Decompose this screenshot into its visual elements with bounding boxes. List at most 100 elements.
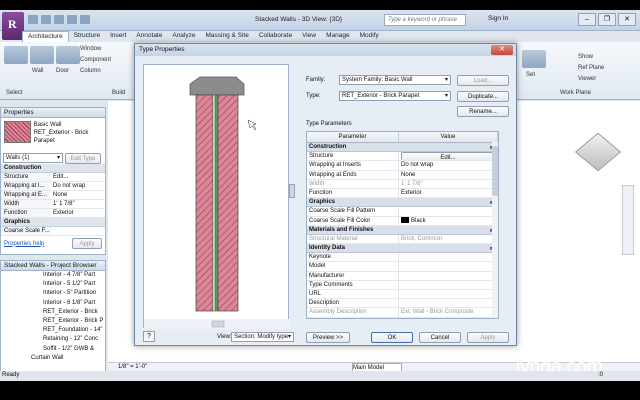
viewer-tool[interactable]: Viewer [578, 76, 596, 82]
list-item[interactable]: RET_Foundation - 14" [11, 326, 105, 335]
properties-section-construction[interactable]: Construction [1, 164, 105, 173]
dialog-title: Type Properties [135, 44, 516, 56]
section-identity-data[interactable]: Identity Data [307, 244, 498, 254]
grid-scrollbar[interactable] [492, 142, 498, 318]
prop-value[interactable]: Exterior [51, 209, 105, 217]
list-item[interactable]: RET_Exterior - Brick P [11, 317, 105, 326]
application-menu-button[interactable]: R [2, 12, 24, 40]
window-tool[interactable]: Window [80, 46, 101, 52]
preview-pane[interactable] [143, 64, 290, 329]
print-icon[interactable] [80, 15, 90, 24]
duplicate-button[interactable]: Duplicate... [457, 91, 509, 102]
scrollbar-thumb[interactable] [492, 146, 498, 196]
param-value[interactable]: Do not wrap [399, 161, 498, 169]
restore-button[interactable]: ❐ [598, 13, 616, 26]
param-value[interactable] [399, 299, 498, 307]
type-family: Basic Wall [33, 122, 62, 128]
preview-splitter[interactable] [289, 184, 295, 198]
wall-section-preview [144, 76, 290, 329]
close-button[interactable]: ✕ [618, 13, 636, 26]
open-icon[interactable] [28, 15, 38, 24]
tab-insert[interactable]: Insert [105, 31, 131, 42]
prop-value[interactable]: 1' 1 7/8" [51, 200, 105, 208]
section-graphics[interactable]: Graphics [307, 198, 498, 208]
list-item[interactable]: Interior - 5" Partition [11, 289, 105, 298]
param-value[interactable] [399, 253, 498, 261]
scale-selector[interactable]: 1/8" = 1'-0" [118, 364, 147, 370]
section-materials[interactable]: Materials and Finishes [307, 225, 498, 235]
set-workplane-icon[interactable] [522, 50, 546, 68]
door-tool-icon[interactable] [56, 46, 80, 64]
list-item[interactable]: Interior - 4 7/8" Part [11, 271, 105, 280]
param-value[interactable] [399, 207, 498, 215]
modify-tool-icon[interactable] [4, 46, 28, 64]
prop-value[interactable] [51, 227, 105, 235]
prop-value[interactable]: Edit... [51, 173, 105, 181]
param-value[interactable] [399, 272, 498, 280]
preview-button[interactable]: Preview >> [306, 332, 350, 343]
list-item[interactable]: Soffit - 1/2" GWB & [11, 345, 105, 354]
param-value[interactable]: None [399, 171, 498, 179]
column-tool[interactable]: Column [80, 68, 101, 74]
show-workplane[interactable]: Show [578, 54, 593, 60]
save-icon[interactable] [41, 15, 51, 24]
view-select[interactable]: Section: Modify type [231, 332, 294, 342]
properties-section-graphics[interactable]: Graphics [1, 218, 105, 227]
section-construction[interactable]: Construction [307, 143, 498, 153]
tab-modify[interactable]: Modify [355, 31, 384, 42]
properties-palette: Properties Basic Wall RET_Exterior - Bric… [0, 107, 106, 255]
type-selector[interactable]: Basic Wall RET_Exterior - Brick Parapet [1, 118, 105, 152]
tab-structure[interactable]: Structure [69, 31, 105, 42]
redo-icon[interactable] [67, 15, 77, 24]
list-item[interactable]: RET_Exterior - Brick [11, 308, 105, 317]
properties-help-link[interactable]: Properties help [4, 241, 44, 247]
param-value[interactable] [399, 281, 498, 289]
wall-tool-icon[interactable] [30, 46, 54, 64]
ref-plane-tool[interactable]: Ref Plane [578, 65, 604, 71]
ok-button[interactable]: OK [371, 332, 413, 343]
list-item[interactable]: Interior - 5 1/2" Part [11, 280, 105, 289]
dialog-close-button[interactable]: ✕ [491, 45, 513, 55]
help-icon[interactable]: ? [143, 331, 155, 342]
component-tool[interactable]: Component [80, 57, 111, 63]
wall-tool-label[interactable]: Wall [32, 68, 43, 74]
load-button[interactable]: Load... [457, 75, 509, 86]
prop-value[interactable]: None [51, 191, 105, 199]
tab-annotate[interactable]: Annotate [131, 31, 167, 42]
param-value[interactable] [399, 262, 498, 270]
instance-filter[interactable]: Walls (1) [3, 153, 63, 163]
tab-view[interactable]: View [297, 31, 321, 42]
param-value[interactable] [399, 290, 498, 298]
list-item[interactable]: Retaining - 12" Conc [11, 335, 105, 344]
rename-button[interactable]: Rename... [457, 106, 509, 117]
tab-collaborate[interactable]: Collaborate [254, 31, 297, 42]
door-tool-label[interactable]: Door [56, 68, 69, 74]
tab-massing-site[interactable]: Massing & Site [200, 31, 253, 42]
col-parameter: Parameter [307, 132, 399, 142]
type-select[interactable]: RET_Exterior - Brick Parapet [339, 91, 451, 101]
quick-access-toolbar[interactable] [28, 15, 90, 24]
sign-in-link[interactable]: Sign In [488, 15, 508, 22]
tab-manage[interactable]: Manage [321, 31, 355, 42]
minimize-button[interactable]: – [578, 13, 596, 26]
param-value[interactable]: Exterior [399, 189, 498, 197]
undo-icon[interactable] [54, 15, 64, 24]
list-item[interactable]: Curtain Wall [11, 354, 105, 363]
set-label[interactable]: Set [526, 72, 535, 78]
structure-edit-button[interactable]: Edit... [401, 152, 495, 161]
family-select[interactable]: System Family: Basic Wall [339, 75, 451, 85]
cancel-button[interactable]: Cancel [419, 332, 461, 343]
properties-apply-button[interactable]: Apply [72, 238, 102, 249]
tab-architecture[interactable]: Architecture [22, 31, 69, 42]
prop-key: Wrapping at E... [1, 191, 51, 199]
edit-type-button[interactable]: Edit Type [65, 152, 101, 164]
param-value[interactable]: Black [399, 216, 498, 225]
tab-analyze[interactable]: Analyze [167, 31, 200, 42]
navigation-bar[interactable] [622, 185, 634, 255]
prop-value[interactable]: Do not wrap [51, 182, 105, 190]
search-input[interactable]: Type a keyword or phrase [384, 14, 466, 26]
apply-button[interactable]: Apply [467, 332, 509, 343]
list-item[interactable]: Interior - 6 1/8" Part [11, 299, 105, 308]
browser-tree: Interior - 4 7/8" Part Interior - 5 1/2"… [1, 271, 105, 363]
param-value[interactable]: Edit... [399, 152, 498, 161]
